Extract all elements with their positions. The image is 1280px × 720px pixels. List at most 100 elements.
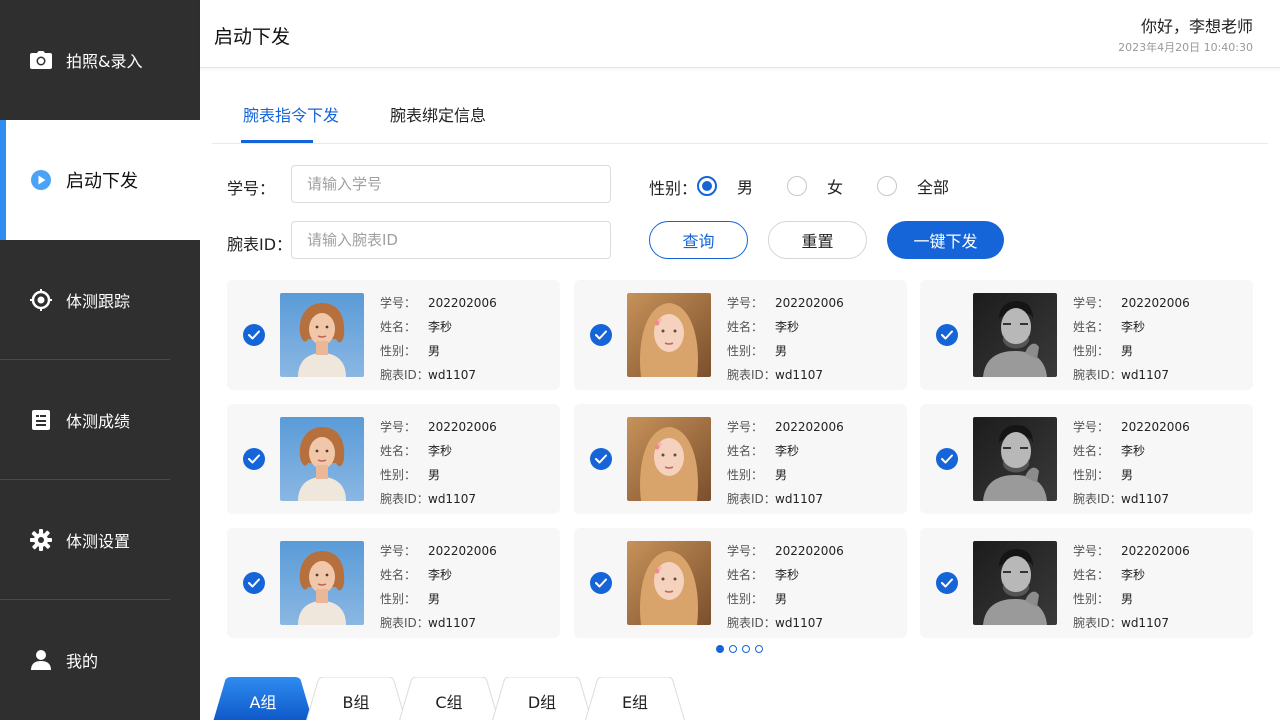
student-photo <box>280 541 364 625</box>
student-id-row: 学号： 202202006 <box>1073 539 1190 563</box>
pager-dot[interactable] <box>755 645 763 653</box>
student-name-row: 姓名： 李秒 <box>1073 315 1190 339</box>
student-gender-row: 性别： 男 <box>380 339 497 363</box>
student-id-label: 学号： <box>227 179 276 198</box>
current-datetime: 2023年4月20日 10:40:30 <box>1118 41 1253 54</box>
sidebar-item-results[interactable]: 体测成绩 <box>0 360 200 480</box>
send-all-button[interactable]: 一键下发 <box>887 221 1004 259</box>
student-name-label: 姓名： <box>727 320 764 334</box>
student-gender-value: 男 <box>1121 468 1134 482</box>
watch-id-row: 腕表ID： wd1107 <box>1073 611 1190 635</box>
checkbox-checked-icon[interactable] <box>936 448 958 470</box>
watch-id-row: 腕表ID： wd1107 <box>1073 487 1190 511</box>
sidebar-item-tracking[interactable]: 体测跟踪 <box>0 240 200 360</box>
student-info: 学号： 202202006 姓名： 李秒 性别： 男腕表ID： wd1107 <box>727 291 844 387</box>
group-tab[interactable]: A组 <box>213 677 313 720</box>
sidebar-item-photo-entry[interactable]: 拍照&录入 <box>0 0 200 120</box>
student-info: 学号： 202202006 姓名： 李秒 性别： 男腕表ID： wd1107 <box>380 539 497 635</box>
student-name-value: 李秒 <box>428 320 453 334</box>
student-info: 学号： 202202006 姓名： 李秒 性别： 男腕表ID： wd1107 <box>727 415 844 511</box>
group-tab[interactable]: D组 <box>492 677 592 720</box>
group-tab[interactable]: C组 <box>399 677 499 720</box>
student-name-row: 姓名： 李秒 <box>727 315 844 339</box>
student-gender-row: 性别： 男 <box>1073 587 1190 611</box>
student-name-label: 姓名： <box>727 444 764 458</box>
student-gender-row: 性别： 男 <box>380 587 497 611</box>
student-card[interactable]: 学号： 202202006 姓名： 李秒 性别： 男腕表ID： wd1107 <box>920 528 1253 638</box>
student-card[interactable]: 学号： 202202006 姓名： 李秒 性别： 男腕表ID： wd1107 <box>920 280 1253 390</box>
student-id-value: 202202006 <box>1121 296 1190 310</box>
watch-id-row: 腕表ID： wd1107 <box>727 611 844 635</box>
student-card[interactable]: 学号： 202202006 姓名： 李秒 性别： 男腕表ID： wd1107 <box>574 528 907 638</box>
checkbox-checked-icon[interactable] <box>936 572 958 594</box>
gender-radio-male[interactable]: 男 <box>697 174 753 198</box>
student-id-label: 学号： <box>1073 296 1110 310</box>
group-tab[interactable]: B组 <box>306 677 406 720</box>
student-gender-label: 性别： <box>380 468 417 482</box>
student-info: 学号： 202202006 姓名： 李秒 性别： 男腕表ID： wd1107 <box>1073 291 1190 387</box>
checkbox-checked-icon[interactable] <box>590 448 612 470</box>
student-card[interactable]: 学号： 202202006 姓名： 李秒 性别： 男腕表ID： wd1107 <box>920 404 1253 514</box>
checkbox-checked-icon[interactable] <box>243 448 265 470</box>
checkbox-checked-icon[interactable] <box>243 324 265 346</box>
student-id-label: 学号： <box>380 296 417 310</box>
user-greeting: 你好，李想老师 <box>1140 17 1253 36</box>
pager-dots <box>716 645 763 653</box>
student-id-value: 202202006 <box>775 544 844 558</box>
student-name-row: 姓名： 李秒 <box>1073 439 1190 463</box>
student-card[interactable]: 学号： 202202006 姓名： 李秒 性别： 男腕表ID： wd1107 <box>574 280 907 390</box>
checkbox-checked-icon[interactable] <box>590 324 612 346</box>
checkbox-checked-icon[interactable] <box>936 324 958 346</box>
gender-label: 性别： <box>649 179 698 198</box>
checkbox-checked-icon[interactable] <box>590 572 612 594</box>
pager-dot[interactable] <box>729 645 737 653</box>
student-gender-label: 性别： <box>1073 468 1110 482</box>
student-card[interactable]: 学号： 202202006 姓名： 李秒 性别： 男腕表ID： wd1107 <box>574 404 907 514</box>
student-name-row: 姓名： 李秒 <box>1073 563 1190 587</box>
student-name-row: 姓名： 李秒 <box>380 563 497 587</box>
student-name-value: 李秒 <box>1121 320 1146 334</box>
reset-button[interactable]: 重置 <box>768 221 867 259</box>
watch-id-input[interactable] <box>291 221 611 259</box>
student-name-row: 姓名： 李秒 <box>380 315 497 339</box>
sidebar-item-settings[interactable]: 体测设置 <box>0 480 200 600</box>
student-name-row: 姓名： 李秒 <box>380 439 497 463</box>
student-name-value: 李秒 <box>1121 444 1146 458</box>
watch-id-label: 腕表ID： <box>727 368 776 382</box>
tab-watch-binding[interactable]: 腕表绑定信息 <box>390 102 486 126</box>
group-tab-label: A组 <box>249 693 277 712</box>
student-name-label: 姓名： <box>1073 320 1110 334</box>
student-card[interactable]: 学号： 202202006 姓名： 李秒 性别： 男腕表ID： wd1107 <box>227 404 560 514</box>
gender-radio-female[interactable]: 女 <box>787 174 843 198</box>
watch-id-label: 腕表ID： <box>380 616 429 630</box>
watch-id-row: 腕表ID： wd1107 <box>380 487 497 511</box>
query-button[interactable]: 查询 <box>649 221 748 259</box>
sidebar-item-launch[interactable]: 启动下发 <box>0 120 200 240</box>
student-gender-row: 性别： 男 <box>727 339 844 363</box>
student-card[interactable]: 学号： 202202006 姓名： 李秒 性别： 男腕表ID： wd1107 <box>227 528 560 638</box>
watch-id-value: wd1107 <box>1121 368 1169 382</box>
student-id-label: 学号： <box>727 420 764 434</box>
student-id-value: 202202006 <box>428 544 497 558</box>
gender-radio-all[interactable]: 全部 <box>877 174 949 198</box>
checkbox-checked-icon[interactable] <box>243 572 265 594</box>
radio-circle <box>787 176 807 196</box>
watch-id-row: 腕表ID： wd1107 <box>727 487 844 511</box>
student-id-label: 学号： <box>1073 420 1110 434</box>
watch-id-value: wd1107 <box>1121 616 1169 630</box>
group-tab-label: C组 <box>435 693 463 712</box>
student-name-value: 李秒 <box>775 568 800 582</box>
watch-id-label: 腕表ID： <box>1073 492 1122 506</box>
student-id-row: 学号： 202202006 <box>727 539 844 563</box>
student-name-label: 姓名： <box>727 568 764 582</box>
student-id-label: 学号： <box>380 420 417 434</box>
group-tab[interactable]: E组 <box>585 677 685 720</box>
tab-watch-command[interactable]: 腕表指令下发 <box>243 102 339 126</box>
pager-dot[interactable] <box>716 645 724 653</box>
student-card[interactable]: 学号： 202202006 姓名： 李秒 性别： 男腕表ID： wd1107 <box>227 280 560 390</box>
sidebar-item-mine[interactable]: 我的 <box>0 600 200 720</box>
pager-dot[interactable] <box>742 645 750 653</box>
student-id-input[interactable] <box>291 165 611 203</box>
student-gender-value: 男 <box>775 592 788 606</box>
sidebar-bottom-block: 体测跟踪 体测成绩 体测设置 我的 <box>0 240 200 720</box>
